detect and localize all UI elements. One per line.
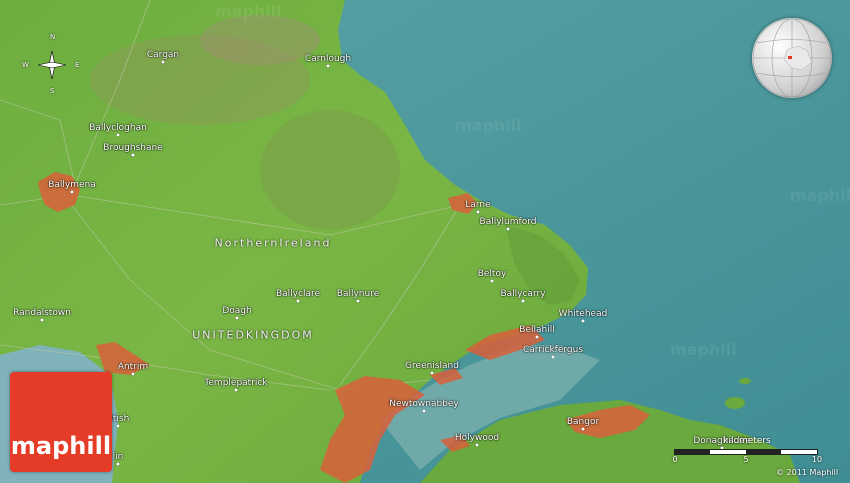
globe-locator[interactable] bbox=[752, 18, 832, 98]
region-label: UNITEDKINGDOM bbox=[192, 328, 314, 342]
hills bbox=[200, 15, 320, 65]
place-marker bbox=[116, 133, 120, 137]
region-label: NorthernIreland bbox=[214, 236, 332, 250]
place-marker bbox=[235, 316, 239, 320]
place-label[interactable]: Greenisland bbox=[405, 361, 459, 371]
place-marker bbox=[131, 153, 135, 157]
place-label[interactable]: Holywood bbox=[455, 433, 499, 443]
watermark: maphill bbox=[215, 2, 282, 21]
place-label[interactable]: Doagh bbox=[222, 306, 251, 316]
compass-east: E bbox=[75, 61, 80, 69]
scale-tick: 5 bbox=[743, 455, 749, 464]
watermark: maphill bbox=[670, 340, 737, 359]
place-marker bbox=[521, 299, 525, 303]
watermark: maphill bbox=[790, 186, 850, 205]
copyright: © 2011 Maphill bbox=[776, 468, 839, 477]
logo-text: maphill bbox=[10, 432, 112, 460]
place-marker bbox=[422, 409, 426, 413]
place-marker bbox=[131, 372, 135, 376]
place-label[interactable]: Templepatrick bbox=[204, 378, 267, 388]
place-label[interactable]: Ballycloghan bbox=[89, 123, 147, 133]
place-marker bbox=[116, 424, 120, 428]
place-label[interactable]: Ballymena bbox=[48, 180, 96, 190]
place-marker bbox=[356, 299, 360, 303]
place-label[interactable]: Larne bbox=[465, 200, 490, 210]
place-marker bbox=[506, 227, 510, 231]
place-label[interactable]: Ballyclare bbox=[276, 289, 320, 299]
place-marker bbox=[476, 210, 480, 214]
place-label[interactable]: Carnlough bbox=[305, 54, 351, 64]
place-marker bbox=[535, 335, 539, 339]
globe-icon bbox=[752, 18, 832, 98]
place-label[interactable]: Cargan bbox=[147, 50, 179, 60]
place-marker bbox=[234, 388, 238, 392]
place-label[interactable]: lin bbox=[113, 452, 124, 462]
place-marker bbox=[40, 318, 44, 322]
place-marker bbox=[430, 371, 434, 375]
place-marker bbox=[581, 427, 585, 431]
place-marker bbox=[161, 60, 165, 64]
place-marker bbox=[326, 64, 330, 68]
place-label[interactable]: Bangor bbox=[567, 417, 599, 427]
scale-tick: 0 bbox=[672, 455, 678, 464]
maphill-logo[interactable]: maphill bbox=[10, 372, 112, 472]
place-label[interactable]: Bellahill bbox=[519, 325, 554, 335]
place-marker bbox=[296, 299, 300, 303]
place-marker bbox=[490, 279, 494, 283]
place-label[interactable]: Newtownabbey bbox=[389, 399, 459, 409]
place-marker bbox=[70, 190, 74, 194]
place-label[interactable]: Ballynure bbox=[337, 289, 379, 299]
place-label[interactable]: Ballycarry bbox=[500, 289, 545, 299]
watermark: maphill bbox=[455, 116, 522, 135]
place-marker bbox=[551, 355, 555, 359]
compass-south: S bbox=[50, 87, 55, 95]
scale-tick: 10 bbox=[811, 455, 823, 464]
place-label[interactable]: Carrickfergus bbox=[523, 345, 583, 355]
compass-west: W bbox=[22, 61, 29, 69]
scale-title: kilometers bbox=[723, 436, 771, 446]
place-marker bbox=[581, 319, 585, 323]
island bbox=[725, 397, 745, 409]
place-label[interactable]: Beltoy bbox=[478, 269, 507, 279]
place-label[interactable]: Antrim bbox=[118, 362, 148, 372]
place-marker bbox=[116, 462, 120, 466]
place-label[interactable]: Ballylumford bbox=[480, 217, 537, 227]
place-label[interactable]: Broughshane bbox=[103, 143, 162, 153]
place-marker bbox=[475, 443, 479, 447]
compass-north: N bbox=[50, 33, 56, 41]
island bbox=[739, 378, 751, 384]
hills bbox=[260, 110, 400, 230]
place-label[interactable]: Randalstown bbox=[13, 308, 71, 318]
place-label[interactable]: Whitehead bbox=[559, 309, 608, 319]
